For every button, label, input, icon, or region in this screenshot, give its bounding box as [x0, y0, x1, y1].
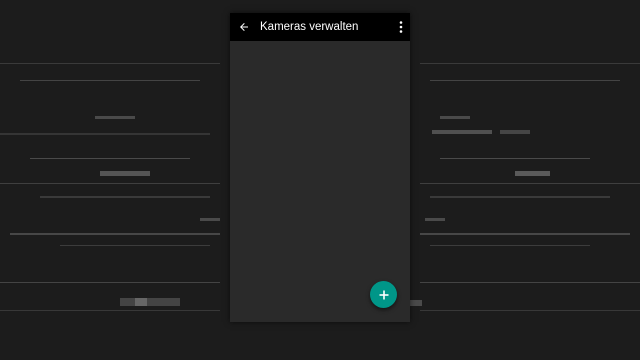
page-title: Kameras verwalten	[260, 21, 359, 33]
back-button[interactable]	[230, 13, 258, 41]
overflow-menu-button[interactable]	[394, 13, 408, 41]
app-bar: Kameras verwalten	[230, 13, 410, 41]
more-vert-icon	[399, 21, 403, 33]
plus-icon	[379, 290, 388, 299]
arrow-back-icon	[240, 23, 248, 31]
camera-list	[230, 41, 410, 322]
app-screen: Kameras verwalten	[230, 13, 410, 322]
add-camera-button[interactable]	[370, 281, 397, 308]
